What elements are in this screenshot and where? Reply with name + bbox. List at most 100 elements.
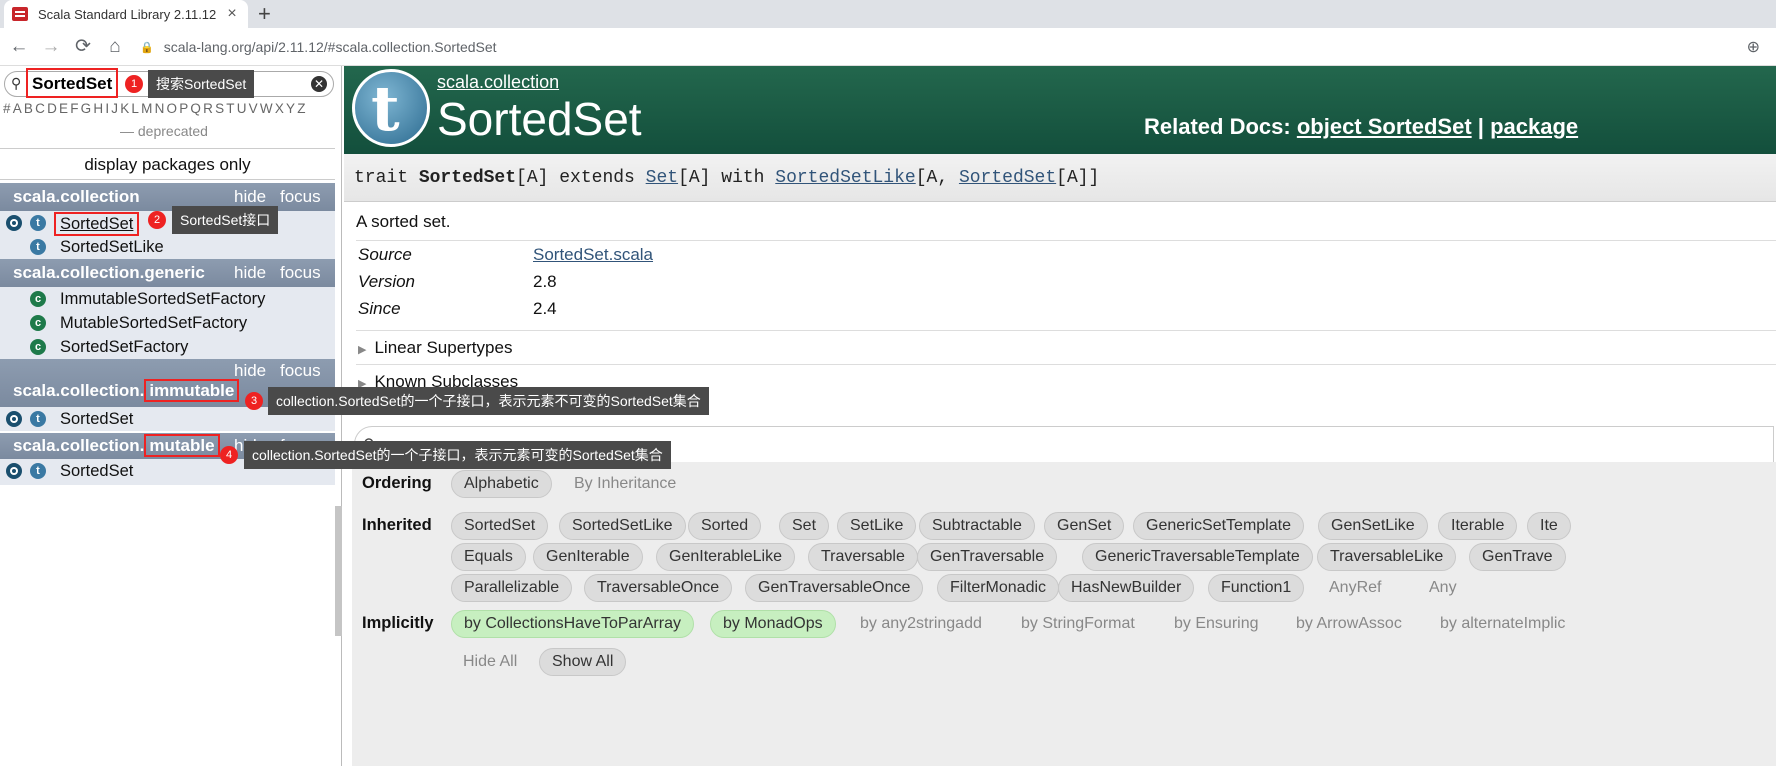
trait-icon[interactable]: t <box>30 411 46 427</box>
inherited-chip[interactable]: Sorted <box>688 512 762 540</box>
hide-all-button[interactable]: Hide All <box>451 648 529 676</box>
attr-row: Version 2.8 <box>358 272 557 291</box>
tab-strip: Scala Standard Library 2.11.12 × + <box>0 0 1776 28</box>
focus-link[interactable]: focus <box>280 361 321 381</box>
ordering-row: Ordering Alphabetic By Inheritance <box>362 470 1762 500</box>
package-header-scala-collection[interactable]: scala.collection hide focus <box>0 183 335 211</box>
inherited-chip[interactable]: FilterMonadic <box>937 574 1060 602</box>
inherited-chip[interactable]: Subtractable <box>919 512 1035 540</box>
inherited-chip[interactable]: HasNewBuilder <box>1058 574 1195 602</box>
list-item[interactable]: t SortedSetLike <box>0 235 335 259</box>
annotation-badge: 2 <box>148 211 166 229</box>
hide-link[interactable]: hide <box>234 259 266 287</box>
list-item[interactable]: c MutableSortedSetFactory <box>0 311 335 335</box>
inherited-chip[interactable]: Set <box>779 512 830 540</box>
search-input[interactable]: SortedSet <box>26 68 119 98</box>
package-breadcrumb[interactable]: scala.collection <box>437 72 559 93</box>
member-link[interactable]: SortedSet <box>60 459 133 483</box>
member-link[interactable]: ImmutableSortedSetFactory <box>60 287 265 311</box>
list-item[interactable]: c SortedSetFactory <box>0 335 335 359</box>
list-item[interactable]: t SortedSet <box>0 211 335 236</box>
trait-icon[interactable]: t <box>30 215 46 231</box>
back-icon[interactable]: ← <box>6 36 32 58</box>
browser-tab[interactable]: Scala Standard Library 2.11.12 × <box>4 0 248 28</box>
inherited-chip[interactable]: Function1 <box>1208 574 1305 602</box>
member-link[interactable]: SortedSet <box>60 407 133 431</box>
trait-icon[interactable]: t <box>30 239 46 255</box>
package-name[interactable]: scala.collection. immutable <box>13 379 240 402</box>
implicit-chip[interactable]: by Ensuring <box>1162 610 1271 638</box>
list-item[interactable]: c ImmutableSortedSetFactory <box>0 287 335 311</box>
inherited-chip[interactable]: Any <box>1417 574 1469 602</box>
address-bar[interactable]: 🔒 scala-lang.org /api/2.11.12/#scala.col… <box>140 32 1776 62</box>
implicit-chip[interactable]: by ArrowAssoc <box>1284 610 1414 638</box>
alphabetic-button[interactable]: Alphabetic <box>451 470 552 498</box>
inherited-chip[interactable]: GenericSetTemplate <box>1133 512 1304 540</box>
inherited-chip[interactable]: Traversable <box>808 543 918 571</box>
package-name[interactable]: scala.collection <box>13 183 140 211</box>
inherited-chip[interactable]: SetLike <box>837 512 917 540</box>
home-icon[interactable]: ⌂ <box>102 36 128 58</box>
forward-icon[interactable]: → <box>38 36 64 58</box>
object-icon[interactable] <box>6 215 22 231</box>
deprecated-link[interactable]: — deprecated <box>120 123 208 139</box>
related-package-link[interactable]: package <box>1490 114 1578 139</box>
inherited-chip[interactable]: TraversableOnce <box>584 574 733 602</box>
member-link[interactable]: MutableSortedSetFactory <box>60 311 247 335</box>
display-packages-only[interactable]: display packages only <box>0 148 335 180</box>
package-name[interactable]: scala.collection.generic <box>13 259 205 287</box>
implicit-chip[interactable]: by alternateImplic <box>1428 610 1577 638</box>
sortedset-link[interactable]: SortedSet <box>959 168 1056 188</box>
object-icon[interactable] <box>6 411 22 427</box>
inherited-chip[interactable]: SortedSet <box>451 512 549 540</box>
trait-icon[interactable]: t <box>30 463 46 479</box>
by-inheritance-button[interactable]: By Inheritance <box>562 470 688 498</box>
show-all-button[interactable]: Show All <box>539 648 627 676</box>
class-icon[interactable]: c <box>30 315 46 331</box>
package-header-scala-collection-generic[interactable]: scala.collection.generic hide focus <box>0 259 335 287</box>
implicit-chip[interactable]: by StringFormat <box>1009 610 1147 638</box>
package-sidebar: ⚲ SortedSet ✕ #ABCDEFGHIJKLMNOPQRSTUVWXY… <box>0 66 342 766</box>
implicit-chip[interactable]: by any2stringadd <box>848 610 994 638</box>
sidebar-scrollbar[interactable] <box>335 506 342 636</box>
class-icon[interactable]: c <box>30 339 46 355</box>
implicit-chip[interactable]: by CollectionsHaveToParArray <box>451 610 694 638</box>
inherited-chip[interactable]: GenTraversableOnce <box>745 574 924 602</box>
package-name[interactable]: scala.collection. mutable <box>13 433 220 459</box>
inherited-chip[interactable]: Ite <box>1527 512 1571 540</box>
member-link[interactable]: SortedSet <box>54 212 140 236</box>
inherited-chip[interactable]: GenSet <box>1044 512 1125 540</box>
member-link[interactable]: SortedSetLike <box>60 235 164 259</box>
linear-supertypes-toggle[interactable]: ▶ Linear Supertypes <box>356 330 1776 364</box>
inherited-chip[interactable]: GenTrave <box>1469 543 1566 571</box>
expand-triangle-icon: ▶ <box>358 344 367 356</box>
member-link[interactable]: SortedSetFactory <box>60 335 188 359</box>
inherited-chip[interactable]: Equals <box>451 543 526 571</box>
implicit-chip[interactable]: by MonadOps <box>710 610 836 638</box>
inherited-chip[interactable]: SortedSetLike <box>559 512 686 540</box>
reload-icon[interactable]: ⟳ <box>70 35 96 58</box>
tab-close-icon[interactable]: × <box>224 5 240 23</box>
hide-link[interactable]: hide <box>234 361 266 381</box>
set-link[interactable]: Set <box>646 168 678 188</box>
inherited-chip[interactable]: AnyRef <box>1317 574 1393 602</box>
inherited-chip[interactable]: GenIterable <box>533 543 643 571</box>
inherited-chip[interactable]: TraversableLike <box>1317 543 1457 571</box>
clear-search-icon[interactable]: ✕ <box>311 76 327 92</box>
inherited-chip[interactable]: GenIterableLike <box>656 543 795 571</box>
sortedsetlike-link[interactable]: SortedSetLike <box>775 168 915 188</box>
focus-link[interactable]: focus <box>280 183 321 211</box>
inherited-chip[interactable]: GenericTraversableTemplate <box>1082 543 1313 571</box>
focus-link[interactable]: focus <box>280 259 321 287</box>
object-icon[interactable] <box>6 463 22 479</box>
inherited-chip[interactable]: Iterable <box>1438 512 1518 540</box>
inherited-chip[interactable]: GenTraversable <box>917 543 1058 571</box>
letter-index[interactable]: #ABCDEFGHIJKLMNOPQRSTUVWXYZ <box>3 101 308 116</box>
new-tab-icon[interactable]: + <box>258 0 271 28</box>
class-icon[interactable]: c <box>30 291 46 307</box>
source-link[interactable]: SortedSet.scala <box>533 241 653 268</box>
zoom-icon[interactable]: ⊕ <box>1747 37 1760 57</box>
inherited-chip[interactable]: Parallelizable <box>451 574 573 602</box>
related-object-link[interactable]: object SortedSet <box>1297 114 1472 139</box>
inherited-chip[interactable]: GenSetLike <box>1318 512 1428 540</box>
